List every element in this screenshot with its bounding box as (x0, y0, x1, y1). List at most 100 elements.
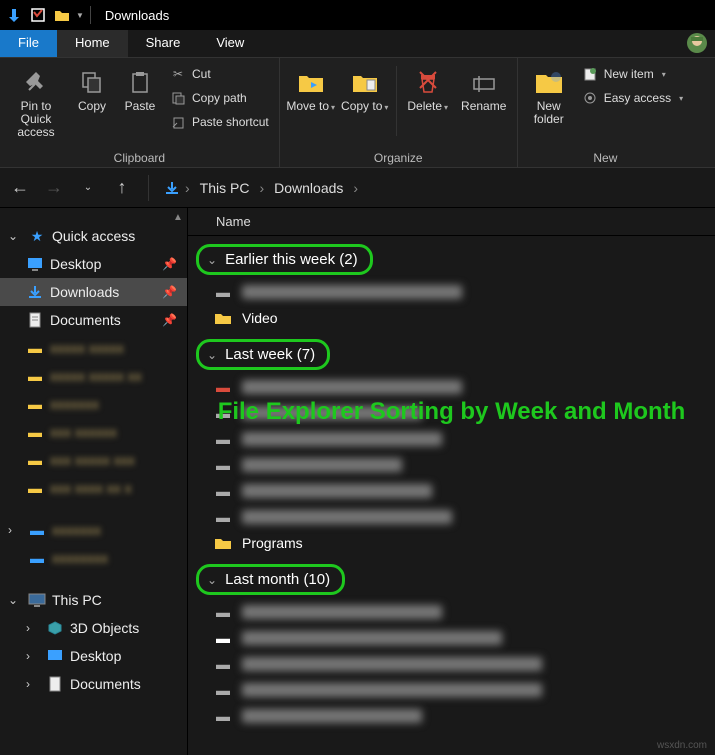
copy-to-button[interactable]: Copy to▾ (340, 62, 390, 117)
view-tab[interactable]: View (198, 30, 262, 57)
title-separator (90, 6, 91, 24)
chevron-right-icon[interactable]: › (183, 180, 192, 196)
qat-save-icon[interactable] (28, 5, 48, 25)
folder-icon: ▬ (26, 339, 44, 357)
group-last-month[interactable]: ⌄Last month (10) (196, 564, 345, 595)
pin-icon: 📌 (162, 285, 177, 299)
paste-button[interactable]: Paste (118, 62, 162, 117)
addr-separator (148, 175, 149, 201)
address-bar[interactable]: › This PC › Downloads › (163, 178, 360, 198)
folder-icon: ▬ (26, 479, 44, 497)
file-row[interactable]: ▬ (188, 400, 715, 426)
tree-item-blurred[interactable]: ›▬xxxxxxxx (0, 544, 187, 572)
pin-quick-access-button[interactable]: Pin to Quick access (6, 62, 66, 144)
file-row[interactable]: ▬ (188, 478, 715, 504)
back-button[interactable]: ← (8, 176, 32, 200)
chevron-right-icon[interactable]: › (351, 180, 360, 196)
file-row-video[interactable]: Video (188, 305, 715, 331)
breadcrumb-this-pc[interactable]: This PC (194, 178, 256, 198)
tree-item-blurred[interactable]: ▬xxxxx xxxxx xx (0, 362, 187, 390)
paste-icon (124, 66, 156, 98)
tree-item-blurred[interactable]: ▬xxx xxxx xx x (0, 474, 187, 502)
recent-dropdown[interactable]: ⌄ (76, 176, 100, 200)
qat-folder-icon[interactable] (52, 5, 72, 25)
share-tab[interactable]: Share (128, 30, 199, 57)
cloud-icon: ▬ (28, 549, 46, 567)
column-header-name[interactable]: Name (188, 208, 715, 236)
tree-3d-objects[interactable]: ›3D Objects (0, 614, 187, 642)
home-tab[interactable]: Home (57, 30, 128, 57)
new-item-button[interactable]: New item▾ (578, 64, 687, 84)
downloads-icon (163, 180, 181, 196)
file-tab[interactable]: File (0, 30, 57, 57)
cut-button[interactable]: ✂Cut (166, 64, 273, 84)
cube-icon (46, 619, 64, 637)
new-folder-icon (533, 66, 565, 98)
paste-label: Paste (125, 100, 156, 113)
organize-label: Organize (286, 151, 511, 165)
tree-item-blurred[interactable]: ▬xxxxxxx (0, 390, 187, 418)
chevron-down-icon[interactable]: ▼ (76, 11, 84, 20)
file-row[interactable]: ▬ (188, 625, 715, 651)
chevron-down-icon: ⌄ (207, 253, 217, 267)
file-row[interactable]: ▬ (188, 599, 715, 625)
file-icon: ▬ (214, 681, 232, 699)
easy-access-button[interactable]: Easy access▾ (578, 88, 687, 108)
group-last-week[interactable]: ⌄Last week (7) (196, 339, 330, 370)
folder-icon: ▬ (26, 395, 44, 413)
desktop-icon (26, 255, 44, 273)
move-to-button[interactable]: Move to▾ (286, 62, 336, 117)
copy-button[interactable]: Copy (70, 62, 114, 117)
tree-item-blurred[interactable]: ▬xxxxx xxxxx (0, 334, 187, 362)
file-icon: ▬ (214, 629, 232, 647)
tree-pc-desktop[interactable]: ›Desktop (0, 642, 187, 670)
chevron-down-icon: ⌄ (207, 573, 217, 587)
copy-path-button[interactable]: Copy path (166, 88, 273, 108)
forward-button[interactable]: → (42, 176, 66, 200)
tree-this-pc[interactable]: ⌄ This PC (0, 586, 187, 614)
scroll-up-icon[interactable]: ▲ (171, 210, 185, 224)
tree-pc-documents[interactable]: ›Documents (0, 670, 187, 698)
tree-item-blurred[interactable]: ▬xxx xxxxxx (0, 418, 187, 446)
move-icon (295, 66, 327, 98)
tree-item-blurred[interactable]: ›▬xxxxxxx (0, 516, 187, 544)
file-row[interactable]: ▬ (188, 677, 715, 703)
pin-icon: 📌 (162, 313, 177, 327)
pin-icon (20, 66, 52, 98)
tree-desktop[interactable]: Desktop 📌 (0, 250, 187, 278)
chevron-right-icon[interactable]: › (257, 180, 266, 196)
file-row[interactable]: ▬ (188, 651, 715, 677)
file-row[interactable]: ▬ (188, 374, 715, 400)
chevron-right-icon: › (8, 523, 22, 537)
title-bar: ▼ Downloads (0, 0, 715, 30)
up-button[interactable]: ↑ (110, 176, 134, 200)
chevron-down-icon: ⌄ (8, 229, 22, 243)
delete-button[interactable]: Delete▾ (403, 62, 453, 117)
breadcrumb-downloads[interactable]: Downloads (268, 178, 349, 198)
tree-quick-access[interactable]: ⌄ ★ Quick access (0, 222, 187, 250)
file-row[interactable]: ▬ (188, 426, 715, 452)
new-folder-button[interactable]: New folder (524, 62, 574, 130)
file-icon: ▬ (214, 456, 232, 474)
file-icon: ▬ (214, 508, 232, 526)
file-row[interactable]: ▬ (188, 504, 715, 530)
file-row-programs[interactable]: Programs (188, 530, 715, 556)
user-avatar[interactable] (679, 30, 715, 58)
tree-downloads[interactable]: Downloads 📌 (0, 278, 187, 306)
rename-button[interactable]: Rename (457, 62, 511, 117)
file-row[interactable]: ▬ (188, 703, 715, 729)
tree-item-blurred[interactable]: ▬xxx xxxxx xxx (0, 446, 187, 474)
folder-icon (214, 309, 232, 327)
file-row[interactable]: ▬ (188, 452, 715, 478)
tree-documents[interactable]: Documents 📌 (0, 306, 187, 334)
paste-shortcut-icon (170, 114, 186, 130)
folder-icon: ▬ (26, 423, 44, 441)
file-icon: ▬ (214, 430, 232, 448)
copy-path-icon (170, 90, 186, 106)
new-group: New folder New item▾ Easy access▾ New (518, 58, 693, 167)
file-list: Name ⌄Earlier this week (2) ▬ Video ⌄Las… (188, 208, 715, 755)
chevron-down-icon: ⌄ (8, 593, 22, 607)
group-earlier-this-week[interactable]: ⌄Earlier this week (2) (196, 244, 373, 275)
file-row[interactable]: ▬ (188, 279, 715, 305)
paste-shortcut-button[interactable]: Paste shortcut (166, 112, 273, 132)
